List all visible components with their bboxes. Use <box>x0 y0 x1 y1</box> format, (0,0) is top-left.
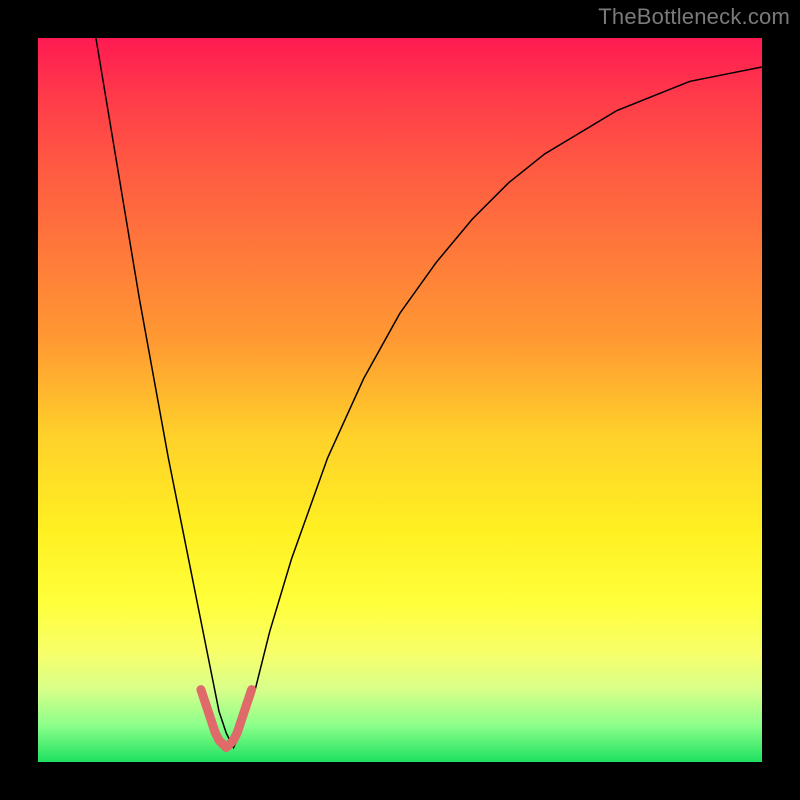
bottleneck-curve <box>96 38 762 748</box>
chart-svg <box>38 38 762 762</box>
valley-highlight <box>201 690 252 748</box>
watermark-text: TheBottleneck.com <box>598 4 790 30</box>
chart-frame: TheBottleneck.com <box>0 0 800 800</box>
chart-plot-area <box>38 38 762 762</box>
